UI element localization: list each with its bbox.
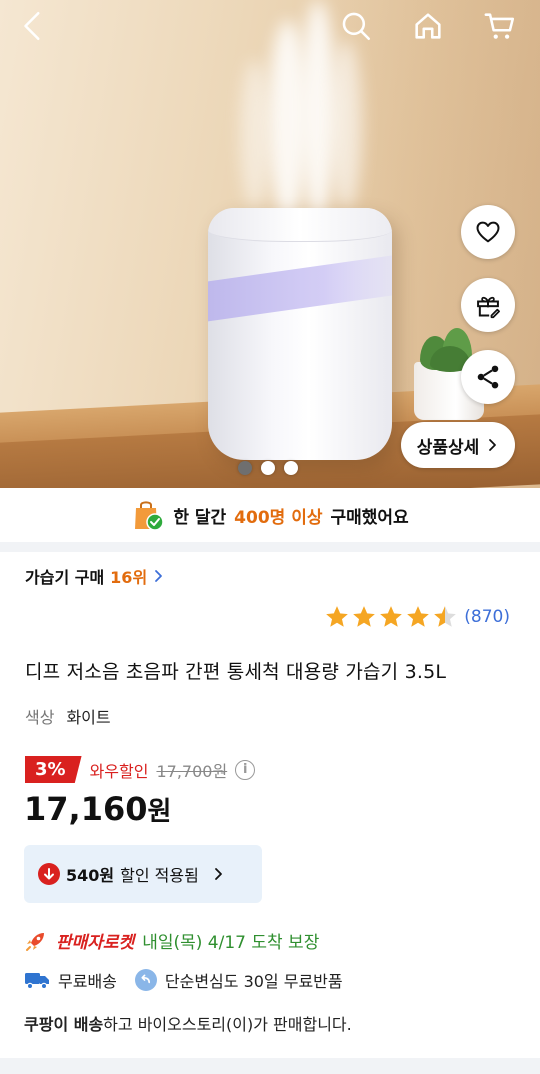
- sale-price-unit: 원: [147, 797, 172, 827]
- chevron-right-icon: [155, 570, 163, 582]
- free-shipping-label: 무료배송: [58, 972, 117, 991]
- humidifier-light-band: [208, 253, 392, 323]
- product-detail-button[interactable]: 상품상세: [401, 422, 515, 468]
- return-icon: [134, 969, 157, 991]
- sale-price: 17,160원: [24, 790, 171, 828]
- search-icon: [342, 12, 371, 41]
- arrow-down-icon: [38, 863, 60, 885]
- free-return-label: 단순변심도 30일 무료반품: [164, 972, 343, 991]
- chevron-right-icon: [214, 868, 222, 880]
- cart-icon: [484, 13, 515, 39]
- mist-plume: [240, 60, 270, 210]
- section-divider: [0, 1058, 540, 1074]
- humidifier-cap: [208, 208, 392, 242]
- star-full-icon: [353, 606, 376, 627]
- rank-value: 16위: [110, 568, 148, 587]
- info-icon[interactable]: i: [235, 759, 256, 780]
- product-detail-label: 상품상세: [416, 437, 480, 458]
- discount-info: 3% 와우할인 17,700원 i: [25, 756, 256, 783]
- wishlist-button[interactable]: [461, 205, 515, 259]
- home-icon: [415, 13, 441, 39]
- gallery-dot[interactable]: [261, 461, 275, 475]
- rating-summary[interactable]: (870): [324, 604, 510, 630]
- arrival-guarantee: 내일(목) 4/17 도착 보장: [142, 933, 320, 953]
- back-button[interactable]: [14, 6, 54, 46]
- purchase-count-banner: 한 달간 400명 이상 구매했어요: [0, 488, 540, 542]
- original-price: 17,700원: [156, 761, 228, 781]
- wow-discount-label: 와우할인: [89, 761, 149, 781]
- gallery-dot[interactable]: [284, 461, 298, 475]
- home-button[interactable]: [408, 6, 448, 46]
- mist-plume: [330, 40, 362, 210]
- gallery-dot[interactable]: [238, 461, 252, 475]
- product-page: 상품상세 한 달간 400명 이상 구매했어요 가습기 구매 16위 (870)…: [0, 0, 540, 1074]
- heart-icon: [476, 221, 500, 243]
- humidifier-product: [208, 208, 392, 460]
- share-icon: [477, 365, 499, 389]
- chevron-right-icon: [489, 439, 497, 451]
- rocket-icon: [26, 932, 44, 951]
- option-value: 화이트: [66, 708, 111, 727]
- product-title: 디프 저소음 초음파 간편 통세척 대용량 가습기 3.5L: [25, 661, 447, 683]
- truck-icon: [25, 973, 49, 990]
- seller-delivery-rest: 하고 바이오스토리(이)가 판매합니다.: [103, 1015, 352, 1034]
- chevron-left-icon: [24, 11, 40, 41]
- seller-info: 쿠팡이 배송하고 바이오스토리(이)가 판매합니다.: [24, 1011, 352, 1035]
- seller-delivery-bold: 쿠팡이 배송: [24, 1015, 104, 1034]
- cart-button[interactable]: [480, 6, 520, 46]
- discount-applied-label: 할인 적용됨: [120, 866, 199, 885]
- star-rating: [324, 604, 458, 630]
- section-divider: [0, 542, 540, 552]
- discount-rate-badge: 3%: [25, 756, 82, 783]
- shopping-bag-check-icon: [135, 501, 165, 531]
- search-button[interactable]: [336, 6, 376, 46]
- gallery-pagination[interactable]: [238, 461, 298, 475]
- product-option: 색상 화이트: [25, 704, 111, 728]
- star-half-icon: [434, 606, 457, 627]
- purchase-banner-count: 400명 이상: [234, 507, 323, 528]
- product-image-gallery[interactable]: 상품상세: [0, 0, 540, 488]
- discount-applied-button[interactable]: 540원 할인 적용됨: [24, 845, 262, 903]
- discount-amount: 540원: [66, 866, 115, 885]
- option-label: 색상: [25, 708, 55, 727]
- star-full-icon: [380, 606, 403, 627]
- star-full-icon: [407, 606, 430, 627]
- purchase-banner-prefix: 한 달간: [173, 507, 227, 528]
- rank-category-label: 가습기 구매: [25, 568, 105, 587]
- gift-icon: [477, 296, 500, 319]
- review-count: (870): [464, 607, 510, 627]
- rocket-delivery-label: 판매자로켓: [56, 933, 135, 953]
- purchase-banner-suffix: 구매했어요: [330, 507, 409, 528]
- sale-price-number: 17,160: [24, 790, 148, 828]
- share-button[interactable]: [461, 350, 515, 404]
- gift-button[interactable]: [461, 278, 515, 332]
- category-rank-link[interactable]: 가습기 구매 16위: [25, 564, 165, 588]
- delivery-info: 판매자로켓 내일(목) 4/17 도착 보장: [24, 928, 319, 953]
- star-full-icon: [326, 606, 349, 627]
- shipping-benefits: 무료배송 단순변심도 30일 무료반품: [24, 968, 343, 992]
